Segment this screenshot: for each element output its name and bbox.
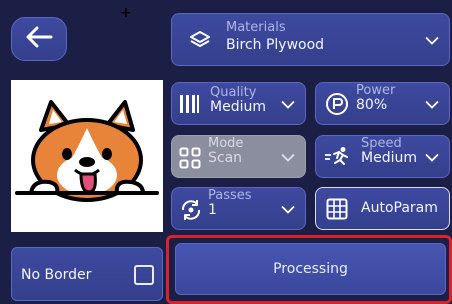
- corgi-illustration: [15, 100, 159, 202]
- chevron-down-icon: [425, 147, 439, 166]
- grid-icon: [326, 198, 348, 220]
- passes-value: 1: [208, 202, 217, 219]
- materials-label: Materials: [226, 20, 286, 35]
- no-border-label: No Border: [21, 267, 92, 283]
- mode-label: Mode: [208, 136, 244, 151]
- passes-label: Passes: [208, 188, 252, 203]
- materials-select[interactable]: Materials Birch Plywood: [171, 13, 450, 66]
- processing-button[interactable]: Processing: [175, 243, 446, 295]
- materials-value: Birch Plywood: [226, 37, 325, 54]
- no-border-toggle[interactable]: No Border: [11, 247, 163, 301]
- design-preview-image: [11, 80, 163, 232]
- autoparam-button[interactable]: AutoParam: [315, 187, 450, 230]
- mode-select: Mode Scan: [171, 135, 306, 178]
- quality-select[interactable]: Quality Medium: [171, 82, 306, 125]
- grid-squares-icon: [179, 147, 201, 169]
- quality-label: Quality: [210, 85, 257, 100]
- speed-value: Medium: [361, 150, 417, 167]
- bars-icon: [179, 94, 201, 114]
- passes-select[interactable]: Passes 1: [171, 187, 306, 230]
- chevron-down-icon: [281, 199, 295, 218]
- speed-label: Speed: [361, 136, 402, 151]
- mode-value: Scan: [208, 150, 243, 167]
- no-border-checkbox[interactable]: [134, 265, 154, 285]
- repeat-icon: [179, 198, 203, 222]
- power-label: Power: [356, 83, 396, 98]
- chevron-down-icon: [425, 94, 439, 113]
- power-p-icon: [325, 92, 349, 116]
- back-button[interactable]: [11, 17, 67, 61]
- running-icon: [324, 146, 350, 168]
- layers-icon: [189, 29, 211, 51]
- power-select[interactable]: Power 80%: [315, 82, 450, 125]
- quality-value: Medium: [210, 99, 266, 116]
- chevron-down-icon: [425, 30, 439, 49]
- chevron-down-icon: [281, 94, 295, 113]
- autoparam-label: AutoParam: [361, 200, 438, 216]
- chevron-down-icon: [281, 147, 295, 166]
- power-value: 80%: [356, 97, 388, 114]
- processing-label: Processing: [273, 261, 348, 277]
- arrow-left-icon: [25, 26, 53, 52]
- speed-select[interactable]: Speed Medium: [315, 135, 450, 178]
- crosshair-cursor-icon: +: [120, 5, 132, 21]
